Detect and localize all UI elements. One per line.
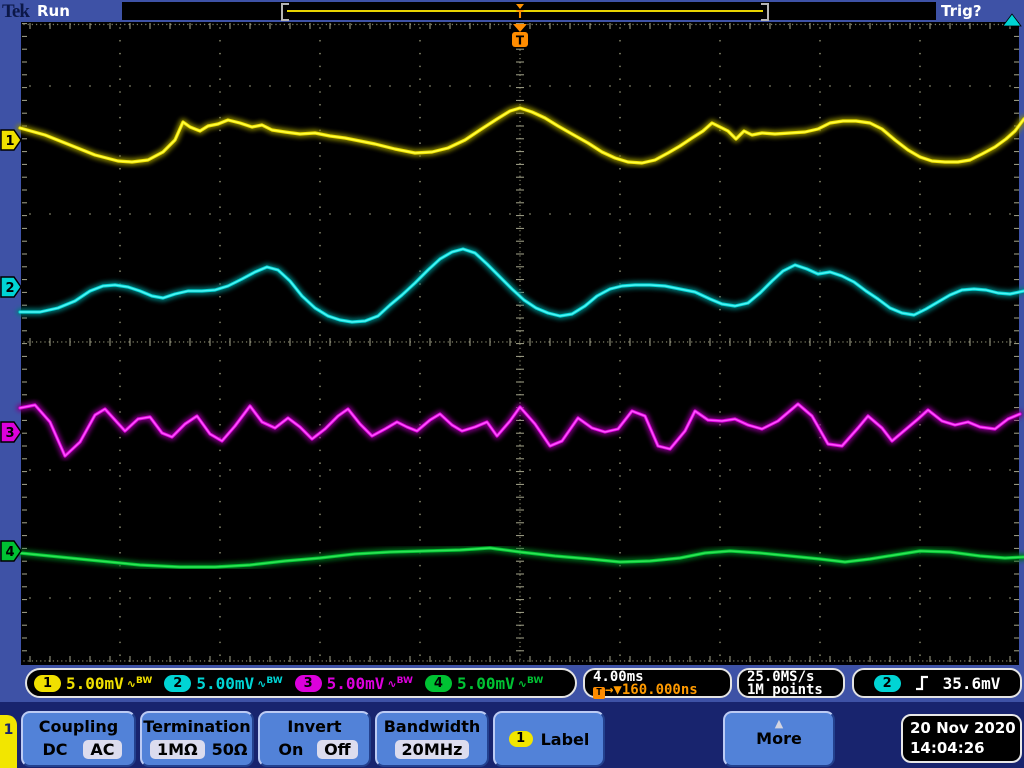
trigger-delay-readout: T →▼160.000ns	[593, 683, 722, 699]
bandwidth-button[interactable]: Bandwidth 20MHz	[375, 711, 489, 767]
record-length: 1M points	[747, 682, 823, 698]
channel1-badge: 1	[34, 674, 61, 692]
svg-text:2: 2	[5, 281, 14, 296]
acquisition-status: Run	[37, 2, 70, 20]
channel3-scale: 5.00mV	[326, 673, 385, 693]
svg-text:1: 1	[5, 134, 14, 149]
trigger-t-icon: T	[593, 687, 605, 699]
svg-text:3: 3	[5, 426, 14, 441]
channel4-coupling-bw-icons: ∿BW	[517, 675, 544, 691]
more-button[interactable]: ▲ More	[723, 711, 835, 767]
chevron-up-icon: ▲	[774, 717, 784, 730]
channel2-coupling-bw-icons: ∿BW	[257, 675, 283, 691]
channel2-badge: 2	[164, 674, 192, 692]
coupling-option-dc[interactable]: DC	[35, 740, 74, 759]
channel4-readout[interactable]: 4 5.00mV ∿BW	[424, 673, 544, 693]
readout-strip: 1 5.00mV ∿BW 2 5.00mV ∿BW 3 5.00mV ∿BW 4…	[0, 665, 1024, 702]
channel1-coupling-bw-icons: ∿BW	[126, 675, 153, 691]
channel2-readout[interactable]: 2 5.00mV ∿BW	[164, 673, 283, 693]
datetime-box: 20 Nov 2020 14:04:26	[901, 714, 1022, 763]
label-button[interactable]: 1 Label	[493, 711, 605, 767]
rising-edge-icon	[915, 675, 928, 691]
trigger-status: Trig?	[941, 2, 982, 20]
oscilloscope-screen: Tek Run Trig? 1234TT 1 5.00mV ∿BW 2 5.00…	[0, 0, 1024, 768]
channel3-badge: 3	[294, 674, 322, 692]
channel-readouts-box[interactable]: 1 5.00mV ∿BW 2 5.00mV ∿BW 3 5.00mV ∿BW 4…	[25, 668, 577, 698]
invert-option-on[interactable]: On	[271, 740, 310, 759]
coupling-option-ac[interactable]: AC	[83, 740, 122, 759]
channel4-badge: 4	[424, 674, 452, 692]
acquisition-readout-box[interactable]: 25.0MS/s 1M points	[737, 668, 845, 698]
softkey-menu-bar: 1 Coupling DC AC Termination 1MΩ 50Ω Inv…	[0, 702, 1024, 768]
record-view-right-bracket	[761, 3, 769, 21]
date: 20 Nov 2020	[910, 719, 1016, 737]
channel1-readout[interactable]: 1 5.00mV ∿BW	[34, 674, 152, 693]
channel2-scale: 5.00mV	[196, 673, 255, 693]
termination-option-1mohm[interactable]: 1MΩ	[150, 740, 205, 759]
invert-option-off[interactable]: Off	[317, 740, 358, 759]
record-view-left-bracket	[281, 3, 289, 21]
bandwidth-option-20mhz[interactable]: 20MHz	[394, 740, 470, 759]
channel3-readout[interactable]: 3 5.00mV ∿BW	[294, 673, 413, 693]
trigger-source-badge: 2	[873, 674, 901, 692]
time: 14:04:26	[910, 739, 985, 757]
trigger-level: 35.6mV	[942, 673, 1001, 693]
tek-logo: Tek	[2, 1, 30, 22]
record-view-bar	[122, 2, 936, 21]
graticule	[21, 22, 1019, 665]
invert-button[interactable]: Invert On Off	[258, 711, 371, 767]
record-view-waveform-line	[287, 10, 763, 12]
termination-option-50ohm[interactable]: 50Ω	[205, 740, 255, 759]
svg-text:4: 4	[5, 545, 14, 560]
horizontal-readout-box[interactable]: 4.00ms T →▼160.000ns	[583, 668, 732, 699]
channel4-scale: 5.00mV	[456, 673, 515, 693]
top-status-bar: Tek Run Trig?	[0, 0, 1024, 22]
channel1-scale: 5.00mV	[66, 673, 124, 693]
termination-button[interactable]: Termination 1MΩ 50Ω	[140, 711, 254, 767]
coupling-button[interactable]: Coupling DC AC	[21, 711, 136, 767]
label-channel-badge: 1	[508, 731, 533, 747]
active-channel-tab: 1	[0, 715, 17, 768]
trigger-readout-box[interactable]: 2 35.6mV	[852, 668, 1022, 698]
channel3-coupling-bw-icons: ∿BW	[387, 675, 413, 691]
